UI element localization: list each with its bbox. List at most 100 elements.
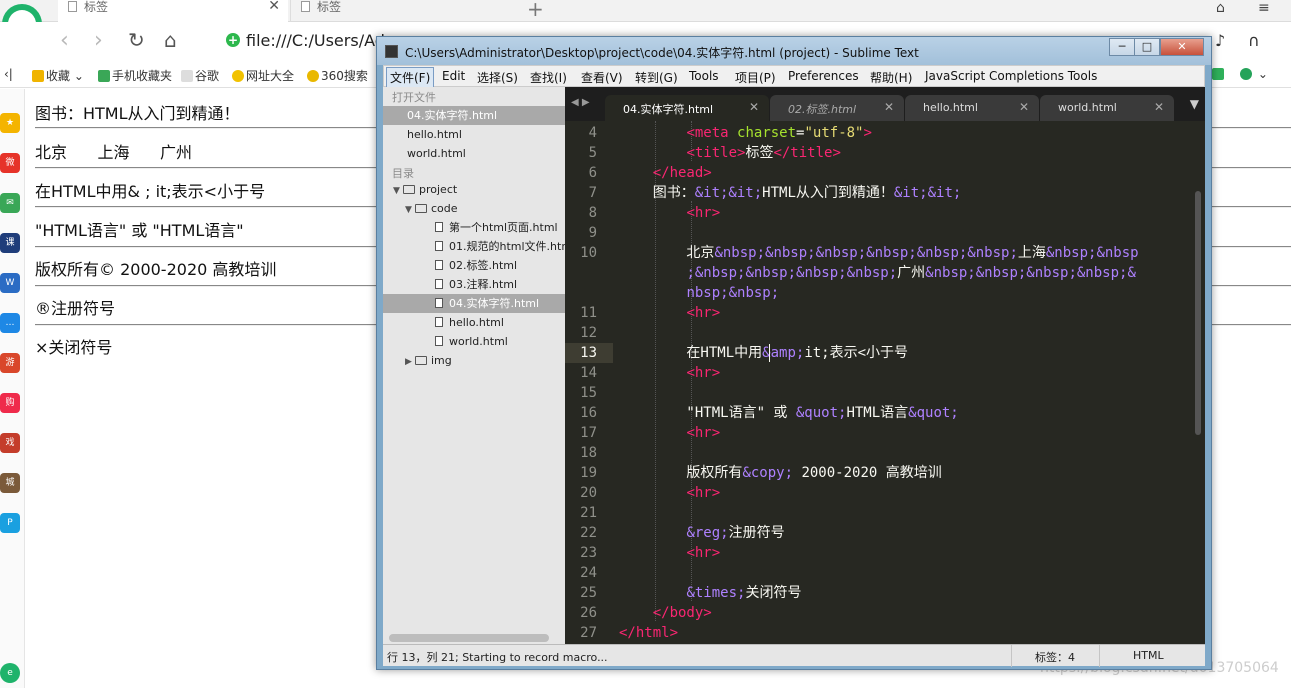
green-icon xyxy=(1212,68,1224,80)
close-button[interactable]: ✕ xyxy=(1160,38,1204,56)
editor-tab[interactable]: hello.html ✕ xyxy=(905,95,1039,121)
address-bar[interactable]: + file:///C:/Users/Adm xyxy=(218,31,400,55)
menu-view[interactable]: 查看(V) xyxy=(581,69,623,86)
code-line-25: &times;关闭符号 xyxy=(686,585,802,601)
line-number: 22 xyxy=(580,525,597,541)
forward-button[interactable]: › xyxy=(94,28,103,53)
tree-file[interactable]: world.html xyxy=(383,332,565,351)
menu-edit[interactable]: Edit xyxy=(442,69,465,83)
minimize-button[interactable]: ─ xyxy=(1109,38,1135,56)
game2-icon[interactable]: 戏 xyxy=(0,433,20,453)
tab-dropdown-icon[interactable]: ▼ xyxy=(1190,97,1199,111)
tree-file[interactable]: 01.规范的html文件.html xyxy=(383,237,565,256)
bookmarks-toggle-icon[interactable]: ‹| xyxy=(4,67,13,81)
tab-navigation-arrows-icon[interactable]: ◀ ▶ xyxy=(571,97,590,108)
editor-scrollbar[interactable] xyxy=(1195,191,1201,435)
tree-folder-img[interactable]: ▶ img xyxy=(405,351,452,370)
bookmark-favorites[interactable]: 收藏 ⌄ xyxy=(32,67,84,84)
game-icon[interactable]: 游 xyxy=(0,353,20,373)
tree-file[interactable]: 第一个html页面.html xyxy=(383,218,565,237)
page-line-quot: "HTML语言" 或 "HTML语言" xyxy=(35,221,244,240)
bookmark-mobile[interactable]: 手机收藏夹 xyxy=(98,67,172,84)
close-tab-icon[interactable]: ✕ xyxy=(1019,100,1029,114)
browser-small-icon[interactable]: e xyxy=(0,663,20,683)
bookmark-google[interactable]: 谷歌 xyxy=(181,67,219,84)
close-tab-icon[interactable]: ✕ xyxy=(749,100,759,114)
close-tab-icon[interactable]: ✕ xyxy=(268,0,280,13)
menu-icon[interactable]: ≡ xyxy=(1258,0,1270,16)
open-file-item[interactable]: 04.实体字符.html xyxy=(383,106,565,125)
menu-find[interactable]: 查找(I) xyxy=(530,69,567,86)
sublime-titlebar[interactable]: C:\Users\Administrator\Desktop\project\c… xyxy=(377,37,1211,65)
bookmark-360-search[interactable]: 360搜索 xyxy=(307,67,368,84)
editor-tab[interactable]: 02.标签.html ✕ xyxy=(770,95,904,121)
line-number: 16 xyxy=(580,405,597,421)
side-app-strip: ★ 微 ✉ 课 W … 游 购 戏 城 P e xyxy=(0,89,25,688)
pp-icon[interactable]: P xyxy=(0,513,20,533)
editor-tab-label: world.html xyxy=(1058,101,1117,114)
editor-tab-active[interactable]: 04.实体字符.html ✕ xyxy=(605,95,769,121)
audio-icon[interactable]: ♪ xyxy=(1215,31,1225,50)
menu-file[interactable]: 文件(F) xyxy=(386,67,435,88)
code-line-4: <meta charset="utf-8"> xyxy=(686,125,872,141)
menu-preferences[interactable]: Preferences xyxy=(788,69,859,83)
tree-folder-code[interactable]: ▼ code xyxy=(405,199,458,218)
site-directory-icon xyxy=(232,70,244,82)
close-tab-icon[interactable]: ✕ xyxy=(1154,100,1164,114)
editor-tab[interactable]: world.html ✕ xyxy=(1040,95,1174,121)
tree-file[interactable]: 02.标签.html xyxy=(383,256,565,275)
file-icon xyxy=(435,336,443,346)
plus-shield-icon: + xyxy=(226,33,240,47)
shop-icon[interactable]: 购 xyxy=(0,393,20,413)
line-number: 21 xyxy=(580,505,597,521)
sidebar: 打开文件 04.实体字符.html hello.html world.html … xyxy=(383,87,565,644)
menu-selection[interactable]: 选择(S) xyxy=(477,69,518,86)
chat-icon[interactable]: … xyxy=(0,313,20,333)
reload-button[interactable]: ↻ xyxy=(128,28,145,52)
game3-icon[interactable]: 城 xyxy=(0,473,20,493)
line-number: 10 xyxy=(580,245,597,261)
menu-help[interactable]: 帮助(H) xyxy=(870,69,912,86)
menu-js-completions[interactable]: JavaScript Completions Tools xyxy=(925,69,1097,83)
document-icon xyxy=(181,70,193,82)
extension-icon[interactable] xyxy=(1212,67,1226,81)
course-icon[interactable]: 课 xyxy=(0,233,20,253)
new-tab-button[interactable]: + xyxy=(527,0,544,21)
tab-size-status[interactable]: 标签：4 xyxy=(1035,649,1075,665)
line-number: 5 xyxy=(588,145,597,161)
line-number: 4 xyxy=(588,125,597,141)
open-file-item[interactable]: hello.html xyxy=(383,125,565,144)
shirt-icon[interactable]: ⌂ xyxy=(1216,0,1225,16)
back-button[interactable]: ‹ xyxy=(60,28,69,53)
line-number-current: 13 xyxy=(580,345,597,361)
tree-file[interactable]: 03.注释.html xyxy=(383,275,565,294)
file-icon xyxy=(435,241,443,251)
line-number: 11 xyxy=(580,305,597,321)
browser-tab[interactable]: 标签 xyxy=(290,0,520,22)
yen-icon[interactable]: ⌄ xyxy=(1240,67,1268,81)
tree-file-selected[interactable]: 04.实体字符.html xyxy=(383,294,565,313)
line-number: 27 xyxy=(580,625,597,641)
bookmark-directory[interactable]: 网址大全 xyxy=(232,67,294,84)
home-button[interactable]: ⌂ xyxy=(164,28,177,52)
code-line-5: <title>标签</title> xyxy=(686,145,841,161)
syntax-status[interactable]: HTML xyxy=(1133,649,1164,662)
menu-tools[interactable]: Tools xyxy=(689,69,719,83)
word-icon[interactable]: W xyxy=(0,273,20,293)
menu-goto[interactable]: 转到(G) xyxy=(635,69,678,86)
weibo-icon[interactable]: 微 xyxy=(0,153,20,173)
editor-tab-label: hello.html xyxy=(923,101,978,114)
headset-icon[interactable]: ∩ xyxy=(1248,31,1260,50)
tree-file[interactable]: hello.html xyxy=(383,313,565,332)
maximize-button[interactable]: □ xyxy=(1134,38,1160,56)
sidebar-scrollbar[interactable] xyxy=(389,634,549,642)
mail-icon[interactable]: ✉ xyxy=(0,193,20,213)
code-editor[interactable]: 4 5 6 7 8 9 10 11 12 13 14 15 16 17 18 1… xyxy=(565,121,1205,644)
tree-folder-project[interactable]: ▼ project xyxy=(393,180,457,199)
close-tab-icon[interactable]: ✕ xyxy=(884,100,894,114)
line-number: 19 xyxy=(580,465,597,481)
menu-project[interactable]: 项目(P) xyxy=(735,69,776,86)
star-icon[interactable]: ★ xyxy=(0,113,20,133)
browser-tab-active[interactable]: 标签 ✕ xyxy=(58,0,288,22)
open-file-item[interactable]: world.html xyxy=(383,144,565,163)
